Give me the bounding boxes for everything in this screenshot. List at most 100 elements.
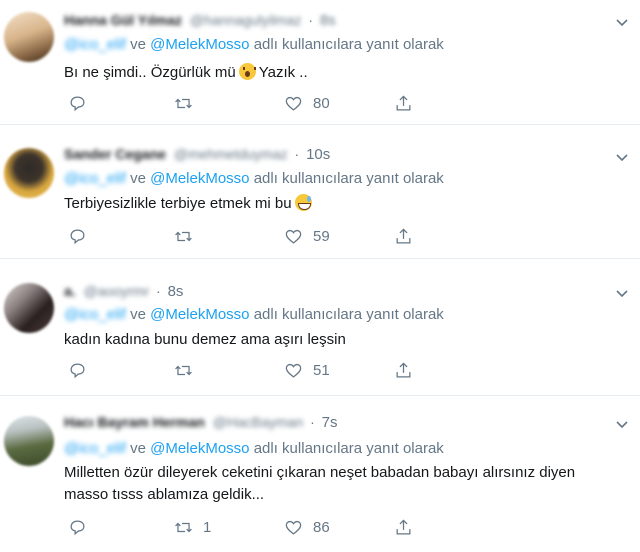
- tweet-text: kadın kadına bunu demez ama aşırı leşsin: [64, 331, 346, 348]
- avatar[interactable]: [4, 148, 54, 198]
- retweet-button[interactable]: [174, 359, 203, 381]
- reply-joiner: ve: [130, 306, 146, 323]
- share-icon: [396, 361, 411, 377]
- reply-user-link[interactable]: @ico_elif: [64, 170, 126, 187]
- reply-suffix: adlı kullanıcılara yanıt olarak: [253, 36, 444, 53]
- chevron-down-icon[interactable]: [614, 285, 630, 301]
- timestamp[interactable]: 10s: [306, 146, 330, 163]
- retweet-icon: [175, 98, 192, 108]
- retweet-icon: [175, 522, 192, 532]
- timestamp[interactable]: 8s: [168, 283, 184, 300]
- separator-dot: ·: [294, 146, 300, 162]
- retweet-icon: [175, 231, 192, 241]
- separator-dot: ·: [156, 283, 161, 299]
- like-button[interactable]: 80: [284, 92, 330, 114]
- reply-context: @ico_elif ve @MelekMosso adlı kullanıcıl…: [64, 36, 444, 53]
- reply-button[interactable]: [68, 92, 97, 114]
- share-button[interactable]: [394, 516, 413, 538]
- reply-icon: [70, 363, 85, 378]
- tweet-2[interactable]: Sander Cegane @mehmetduymaz · 10s @ico_e…: [0, 125, 640, 259]
- tweet-text-part: Yazık ..: [258, 64, 308, 81]
- avatar[interactable]: [4, 12, 54, 62]
- share-icon: [396, 227, 411, 243]
- reply-mention-link[interactable]: @MelekMosso: [150, 306, 249, 323]
- timestamp[interactable]: 8s: [320, 12, 336, 29]
- display-name[interactable]: Sander Cegane: [64, 146, 166, 162]
- reply-button[interactable]: [68, 516, 97, 538]
- reply-mention-link[interactable]: @MelekMosso: [150, 440, 249, 457]
- tweet-text-line: Milletten özür dileyerek ceketini çıkara…: [64, 464, 576, 481]
- reply-suffix: adlı kullanıcılara yanıt olarak: [253, 306, 444, 323]
- display-name[interactable]: a.: [64, 283, 76, 299]
- retweet-icon: [175, 365, 192, 375]
- like-count: 59: [313, 227, 330, 245]
- like-button[interactable]: 59: [284, 225, 330, 247]
- astonished-face-icon: [238, 63, 256, 80]
- reply-context: @ico_elif ve @MelekMosso adlı kullanıcıl…: [64, 440, 444, 457]
- tweet-text-line: masso tısss ablamıza geldik...: [64, 486, 265, 503]
- tweet-text-part: Terbiyesizlikle terbiye etmek mi bu: [64, 195, 292, 212]
- retweet-button[interactable]: [174, 225, 203, 247]
- tweet-text-part: Bı ne şimdi.. Özgürlük mü: [64, 64, 236, 81]
- tweet-3[interactable]: a. @aooyrmr · 8s @ico_elif ve @MelekMoss…: [0, 259, 640, 396]
- reply-icon: [70, 96, 85, 111]
- reply-joiner: ve: [130, 170, 146, 187]
- heart-icon: [285, 96, 302, 111]
- tweet-actions: 51: [64, 359, 424, 381]
- chevron-down-icon[interactable]: [614, 149, 630, 165]
- user-handle[interactable]: @mehmetduymaz: [174, 146, 288, 162]
- display-name[interactable]: Hacı Bayram Herman: [64, 414, 205, 430]
- reply-user-link[interactable]: @ico_elif: [64, 440, 126, 457]
- like-count: 80: [313, 94, 330, 112]
- user-handle[interactable]: @aooyrmr: [84, 283, 150, 299]
- separator-dot: ·: [310, 414, 315, 430]
- user-handle[interactable]: @HacBayman: [213, 414, 303, 430]
- reply-joiner: ve: [130, 440, 146, 457]
- share-button[interactable]: [394, 92, 413, 114]
- reply-context: @ico_elif ve @MelekMosso adlı kullanıcıl…: [64, 306, 444, 323]
- reply-user-link[interactable]: @ico_elif: [64, 36, 126, 53]
- share-button[interactable]: [394, 359, 413, 381]
- grinning-sweat-face-icon: [294, 194, 312, 211]
- tweet-text: Bı ne şimdi.. Özgürlük mü Yazık ..: [64, 62, 620, 84]
- like-count: 51: [313, 361, 330, 379]
- timestamp[interactable]: 7s: [322, 414, 338, 431]
- reply-icon: [70, 520, 85, 535]
- reply-joiner: ve: [130, 36, 146, 53]
- separator-dot: ·: [308, 12, 313, 28]
- tweet-actions: 59: [64, 225, 424, 247]
- tweet-header: Hacı Bayram Herman @HacBayman · 7s: [64, 414, 338, 431]
- share-button[interactable]: [394, 225, 413, 247]
- user-handle[interactable]: @hannagulyilmaz: [190, 12, 302, 28]
- tweet-actions: 80: [64, 92, 424, 114]
- reply-user-link[interactable]: @ico_elif: [64, 306, 126, 323]
- retweet-button[interactable]: [174, 92, 203, 114]
- tweet-text: Milletten özür dileyerek ceketini çıkara…: [64, 462, 620, 506]
- tweet-header: Hanna Gül Yılmaz @hannagulyilmaz · 8s: [64, 12, 336, 29]
- avatar[interactable]: [4, 416, 54, 466]
- like-button[interactable]: 86: [284, 516, 330, 538]
- tweet-actions: 1 86: [64, 516, 424, 538]
- reply-button[interactable]: [68, 359, 97, 381]
- avatar[interactable]: [4, 283, 54, 333]
- like-count: 86: [313, 518, 330, 536]
- tweet-text: Terbiyesizlikle terbiye etmek mi bu: [64, 193, 620, 215]
- reply-suffix: adlı kullanıcılara yanıt olarak: [253, 440, 444, 457]
- reply-icon: [70, 229, 85, 244]
- chevron-down-icon[interactable]: [614, 416, 630, 432]
- reply-suffix: adlı kullanıcılara yanıt olarak: [253, 170, 444, 187]
- heart-icon: [285, 363, 302, 378]
- like-button[interactable]: 51: [284, 359, 330, 381]
- retweet-count: 1: [203, 518, 212, 536]
- tweet-1[interactable]: Hanna Gül Yılmaz @hannagulyilmaz · 8s @i…: [0, 0, 640, 125]
- chevron-down-icon[interactable]: [614, 14, 630, 30]
- reply-mention-link[interactable]: @MelekMosso: [150, 36, 249, 53]
- heart-icon: [285, 229, 302, 244]
- reply-button[interactable]: [68, 225, 97, 247]
- display-name[interactable]: Hanna Gül Yılmaz: [64, 12, 182, 28]
- heart-icon: [285, 520, 302, 535]
- reply-context: @ico_elif ve @MelekMosso adlı kullanıcıl…: [64, 170, 444, 187]
- tweet-4[interactable]: Hacı Bayram Herman @HacBayman · 7s @ico_…: [0, 396, 640, 552]
- retweet-button[interactable]: 1: [174, 516, 211, 538]
- reply-mention-link[interactable]: @MelekMosso: [150, 170, 249, 187]
